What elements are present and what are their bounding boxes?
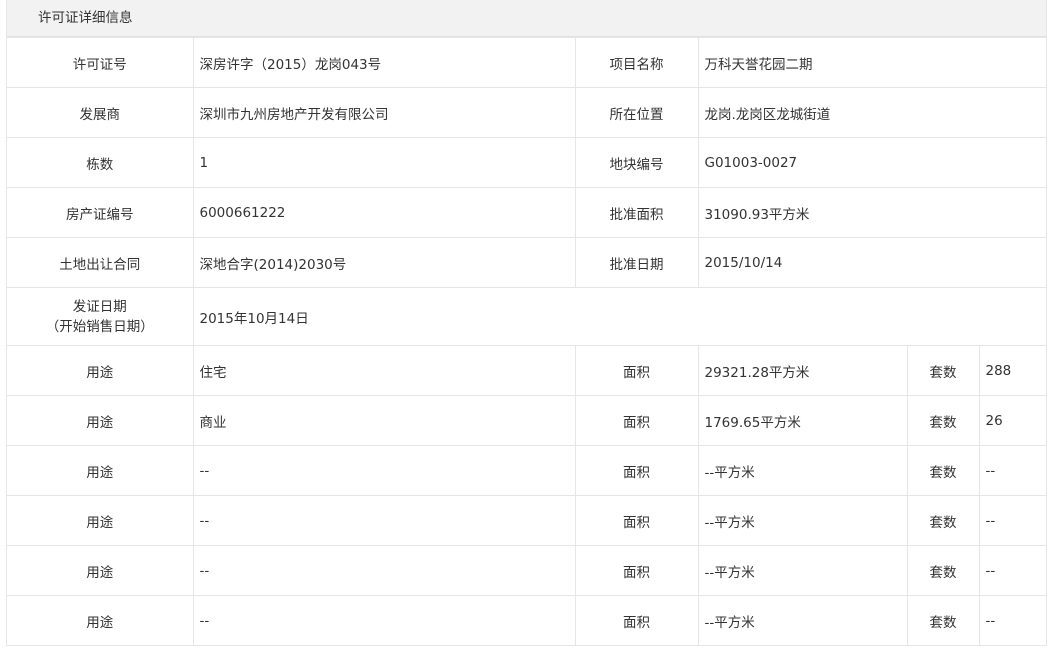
usage-row: 用途 -- 面积 --平方米 套数 -- <box>7 595 1047 646</box>
parcel-no-value: G01003-0027 <box>697 137 1047 188</box>
project-name-label: 项目名称 <box>574 37 699 88</box>
area-label: 面积 <box>574 445 699 496</box>
units-value: -- <box>978 545 1047 596</box>
usage-row: 用途 -- 面积 --平方米 套数 -- <box>7 495 1047 546</box>
usage-value: -- <box>192 445 576 496</box>
property-cert-no-label: 房产证编号 <box>7 187 194 238</box>
approved-area-value: 31090.93平方米 <box>697 187 1047 238</box>
table-row: 栋数 1 地块编号 G01003-0027 <box>7 137 1047 188</box>
usage-row: 用途 -- 面积 --平方米 套数 -- <box>7 545 1047 596</box>
units-value: -- <box>978 495 1047 546</box>
building-count-label: 栋数 <box>7 137 194 188</box>
location-value: 龙岗.龙岗区龙城街道 <box>697 87 1047 138</box>
approved-area-label: 批准面积 <box>574 187 699 238</box>
location-label: 所在位置 <box>574 87 699 138</box>
land-contract-value: 深地合字(2014)2030号 <box>192 237 576 288</box>
table-row: 房产证编号 6000661222 批准面积 31090.93平方米 <box>7 187 1047 238</box>
usage-label: 用途 <box>7 545 194 596</box>
table-row: 许可证号 深房许字（2015）龙岗043号 项目名称 万科天誉花园二期 <box>7 37 1047 88</box>
usage-value: 商业 <box>192 395 576 446</box>
area-label: 面积 <box>574 345 699 396</box>
units-value: -- <box>978 595 1047 646</box>
permit-no-value: 深房许字（2015）龙岗043号 <box>192 37 576 88</box>
developer-value: 深圳市九州房地产开发有限公司 <box>192 87 576 138</box>
usage-value: -- <box>192 545 576 596</box>
usage-value: 住宅 <box>192 345 576 396</box>
building-count-value: 1 <box>192 137 576 188</box>
approved-date-label: 批准日期 <box>574 237 699 288</box>
usage-label: 用途 <box>7 445 194 496</box>
table-row: 土地出让合同 深地合字(2014)2030号 批准日期 2015/10/14 <box>7 237 1047 288</box>
area-value: --平方米 <box>697 595 908 646</box>
project-name-value: 万科天誉花园二期 <box>697 37 1047 88</box>
area-value: 29321.28平方米 <box>697 345 908 396</box>
issue-date-label-line2: （开始销售日期） <box>45 318 154 335</box>
parcel-no-label: 地块编号 <box>574 137 699 188</box>
area-label: 面积 <box>574 545 699 596</box>
area-value: --平方米 <box>697 445 908 496</box>
usage-label: 用途 <box>7 595 194 646</box>
area-label: 面积 <box>574 395 699 446</box>
units-label: 套数 <box>906 445 980 496</box>
area-value: 1769.65平方米 <box>697 395 908 446</box>
units-label: 套数 <box>906 495 980 546</box>
property-cert-no-value: 6000661222 <box>192 187 576 238</box>
developer-label: 发展商 <box>7 87 194 138</box>
usage-value: -- <box>192 495 576 546</box>
units-label: 套数 <box>906 395 980 446</box>
usage-label: 用途 <box>7 495 194 546</box>
permit-detail-table: 许可证号 深房许字（2015）龙岗043号 项目名称 万科天誉花园二期 发展商 … <box>7 37 1047 646</box>
units-label: 套数 <box>906 345 980 396</box>
approved-date-value: 2015/10/14 <box>697 237 1047 288</box>
permit-no-label: 许可证号 <box>7 37 194 88</box>
usage-label: 用途 <box>7 345 194 396</box>
issue-date-label: 发证日期 （开始销售日期） <box>7 287 194 346</box>
units-label: 套数 <box>906 595 980 646</box>
usage-row: 用途 商业 面积 1769.65平方米 套数 26 <box>7 395 1047 446</box>
usage-value: -- <box>192 595 576 646</box>
units-label: 套数 <box>906 545 980 596</box>
area-value: --平方米 <box>697 495 908 546</box>
permit-detail-panel: 许可证详细信息 许可证号 深房许字（2015）龙岗043号 项目名称 万科天誉花… <box>6 0 1047 646</box>
table-row: 发展商 深圳市九州房地产开发有限公司 所在位置 龙岗.龙岗区龙城街道 <box>7 87 1047 138</box>
units-value: -- <box>978 445 1047 496</box>
land-contract-label: 土地出让合同 <box>7 237 194 288</box>
area-value: --平方米 <box>697 545 908 596</box>
panel-title: 许可证详细信息 <box>7 0 1046 37</box>
units-value: 26 <box>978 395 1047 446</box>
area-label: 面积 <box>574 495 699 546</box>
issue-date-label-line1: 发证日期 <box>72 298 127 315</box>
area-label: 面积 <box>574 595 699 646</box>
usage-label: 用途 <box>7 395 194 446</box>
issue-date-value: 2015年10月14日 <box>192 287 1047 346</box>
table-row: 发证日期 （开始销售日期） 2015年10月14日 <box>7 287 1047 346</box>
usage-row: 用途 -- 面积 --平方米 套数 -- <box>7 445 1047 496</box>
units-value: 288 <box>978 345 1047 396</box>
usage-row: 用途 住宅 面积 29321.28平方米 套数 288 <box>7 345 1047 396</box>
